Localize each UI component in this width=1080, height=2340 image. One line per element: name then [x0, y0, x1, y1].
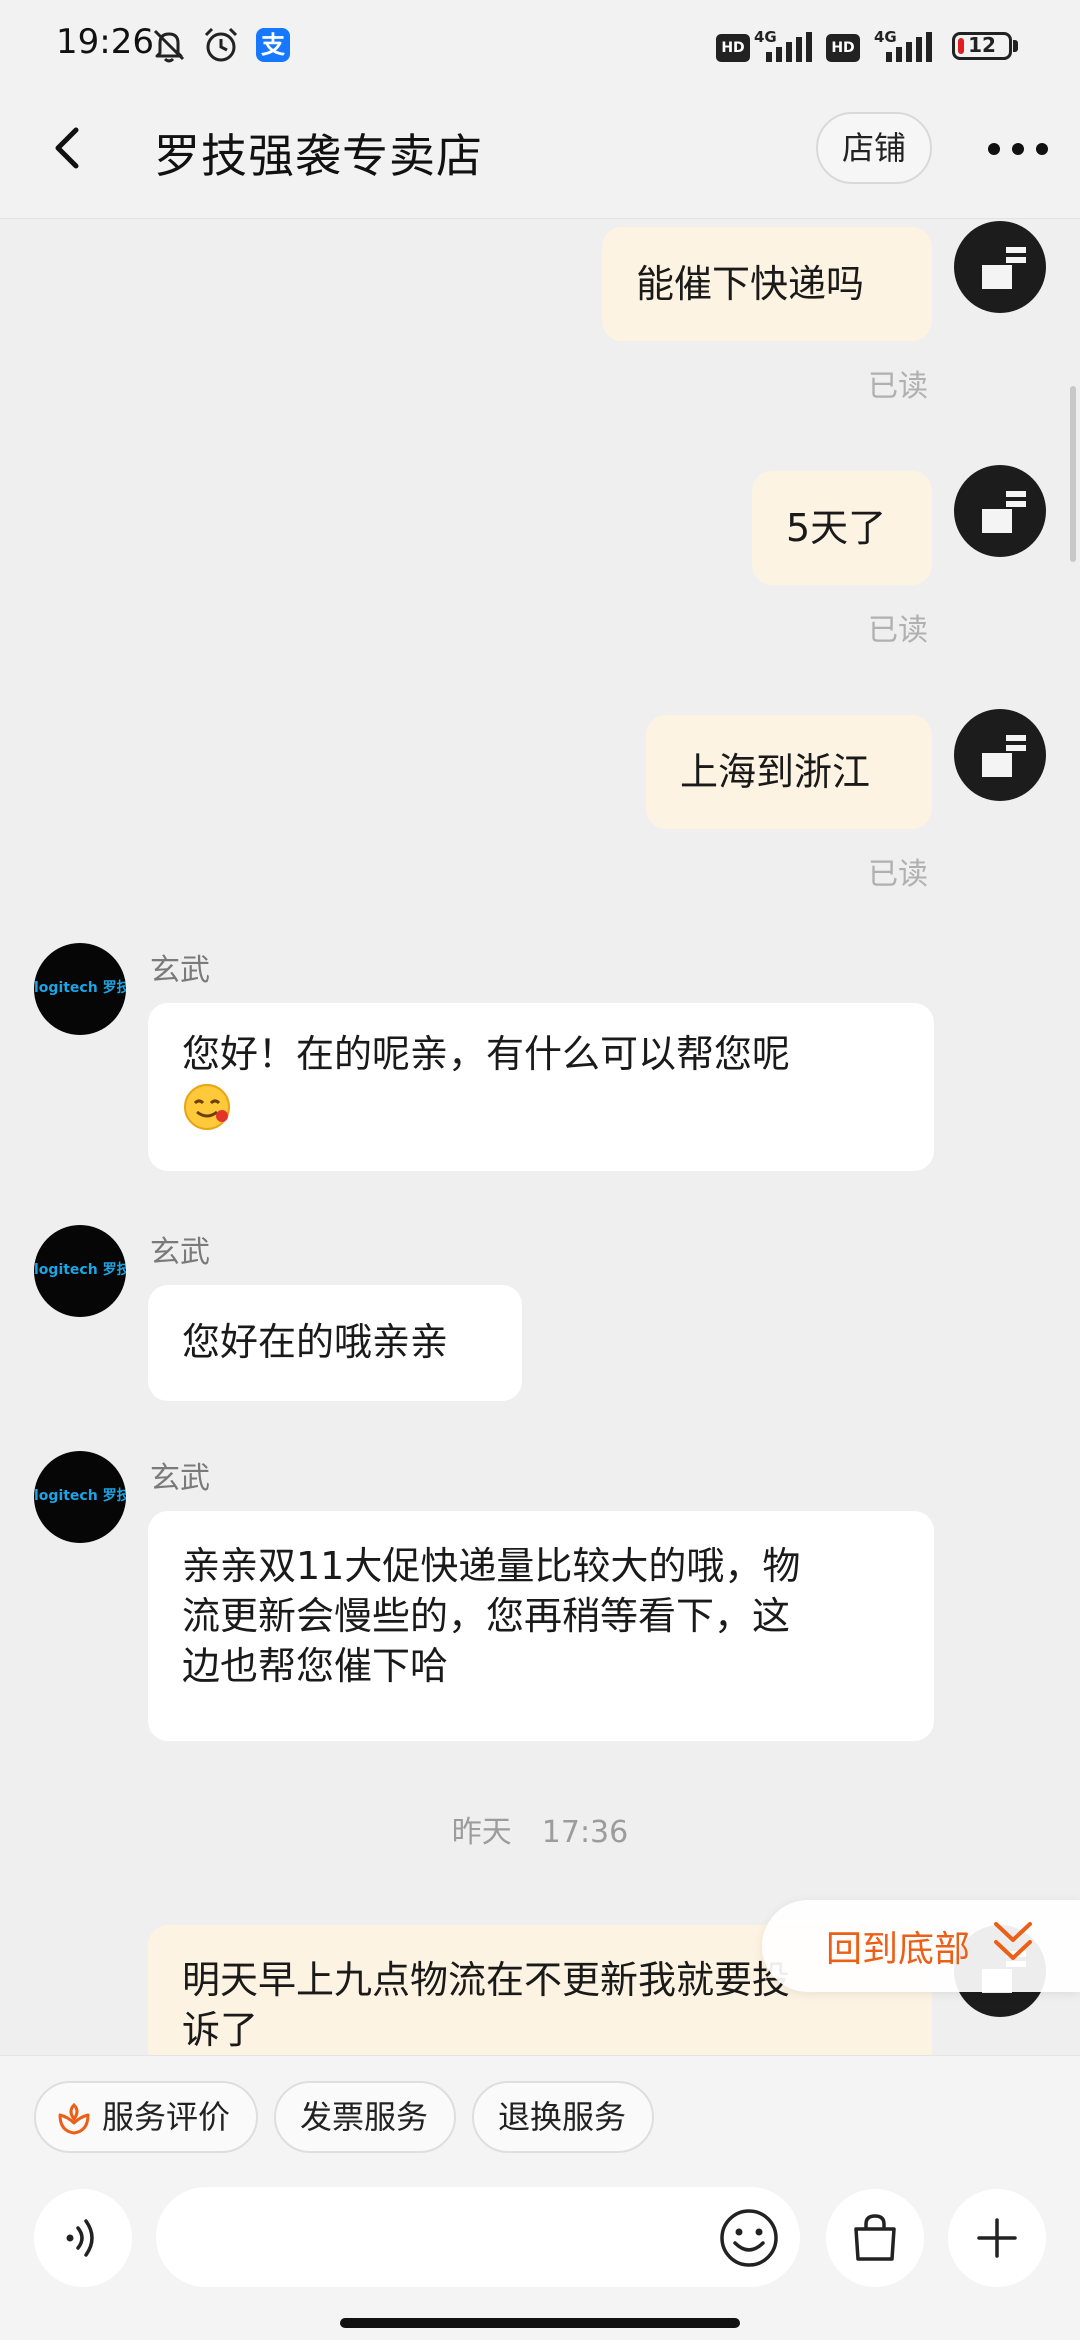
avatar[interactable] [954, 465, 1046, 557]
message-line: 边也帮您催下哈 [182, 1644, 449, 1688]
alarm-icon [204, 27, 238, 62]
page-title: 罗技强袭专卖店 [154, 129, 483, 183]
return-exchange-button[interactable]: 退换服务 [472, 2081, 654, 2153]
plus-icon [977, 2218, 1017, 2258]
battery-percent: 12 [968, 33, 996, 57]
chat-message-list[interactable]: 能催下快递吗 已读 5天了 已读 上海到浙江 已读 logitech 罗技 玄武… [0, 219, 1080, 2055]
avatar[interactable] [954, 221, 1046, 313]
back-to-bottom-button[interactable]: 回到底部 [762, 1900, 1080, 1992]
shop-avatar[interactable]: logitech 罗技 [34, 1225, 126, 1317]
more-options-icon[interactable] [980, 120, 1056, 176]
message-line: 流更新会慢些的，您再稍等看下，这 [182, 1594, 791, 1638]
chat-header: 罗技强袭专卖店 店铺 [0, 90, 1080, 219]
shop-avatar[interactable]: logitech 罗技 [34, 943, 126, 1035]
invoice-service-button[interactable]: 发票服务 [274, 2081, 456, 2153]
voice-input-button[interactable] [34, 2189, 132, 2287]
message-bubble-incoming[interactable]: 您好！在的呢亲，有什么可以帮您呢 [148, 1003, 934, 1171]
read-status: 已读 [868, 369, 928, 404]
message-input[interactable] [156, 2187, 800, 2287]
message-line: 诉了 [182, 2008, 259, 2052]
emoji-icon[interactable] [718, 2207, 780, 2269]
message-bubble-incoming[interactable]: 您好在的哦亲亲 [148, 1285, 522, 1401]
chip-label: 退换服务 [498, 2098, 627, 2136]
smiling-face-icon [184, 1083, 230, 1130]
quick-action-bar: 服务评价 发票服务 退换服务 [0, 2055, 1080, 2178]
store-button[interactable]: 店铺 [816, 112, 932, 184]
shop-logo-text: logitech 罗技 [34, 980, 126, 996]
more-actions-button[interactable] [948, 2189, 1046, 2287]
back-to-bottom-label: 回到底部 [826, 1929, 971, 1970]
shop-avatar[interactable]: logitech 罗技 [34, 1451, 126, 1543]
chip-label: 发票服务 [300, 2098, 429, 2136]
hd-badge: HD [826, 34, 860, 62]
alipay-icon: 支 [256, 28, 290, 62]
battery-icon: 12 [952, 32, 1012, 60]
signal-1: HD 4G [716, 28, 826, 64]
signal-2: HD 4G [826, 28, 946, 64]
status-bar: 19:26 支 HD 4G HD 4G 12 [0, 0, 1080, 90]
message-text: 5天了 [786, 506, 887, 550]
service-rating-icon [58, 2102, 90, 2135]
status-time: 19:26 [56, 22, 154, 62]
input-bar [0, 2177, 1080, 2307]
sender-name: 玄武 [150, 953, 210, 988]
avatar[interactable] [954, 709, 1046, 801]
bell-off-icon [153, 29, 185, 63]
message-timestamp: 昨天 17:36 [451, 1815, 629, 1850]
shop-logo-text: logitech 罗技 [34, 1488, 126, 1504]
double-chevron-down-icon [994, 1922, 1032, 1960]
message-bubble-outgoing[interactable]: 上海到浙江 [646, 715, 932, 829]
signal-bars-icon [886, 32, 932, 62]
message-bubble-incoming[interactable]: 亲亲双11大促快递量比较大的哦，物 流更新会慢些的，您再稍等看下，这 边也帮您催… [148, 1511, 934, 1741]
scrollbar-thumb[interactable] [1070, 386, 1076, 562]
back-button[interactable] [36, 116, 100, 180]
message-text: 上海到浙江 [680, 750, 871, 794]
sender-name: 玄武 [150, 1461, 210, 1496]
message-text: 您好！在的呢亲，有什么可以帮您呢 [182, 1032, 791, 1076]
message-text: 能催下快递吗 [636, 262, 865, 306]
home-indicator[interactable] [340, 2318, 740, 2328]
message-bubble-outgoing[interactable]: 能催下快递吗 [602, 227, 932, 341]
read-status: 已读 [868, 613, 928, 648]
message-line: 亲亲双11大促快递量比较大的哦，物 [182, 1544, 801, 1588]
shop-logo-text: logitech 罗技 [34, 1262, 126, 1278]
battery-tip [1013, 40, 1018, 52]
message-bubble-outgoing[interactable]: 5天了 [752, 471, 932, 585]
voice-icon [66, 2219, 94, 2257]
read-status: 已读 [868, 857, 928, 892]
message-text: 您好在的哦亲亲 [182, 1320, 449, 1364]
signal-bars-icon [766, 32, 812, 62]
hd-badge: HD [716, 34, 750, 62]
service-rating-button[interactable]: 服务评价 [34, 2081, 258, 2153]
sender-name: 玄武 [150, 1235, 210, 1270]
product-button[interactable] [826, 2189, 924, 2287]
navigation-bar [0, 2307, 1080, 2340]
chip-label: 服务评价 [102, 2098, 231, 2136]
shopping-bag-icon [854, 2214, 896, 2261]
